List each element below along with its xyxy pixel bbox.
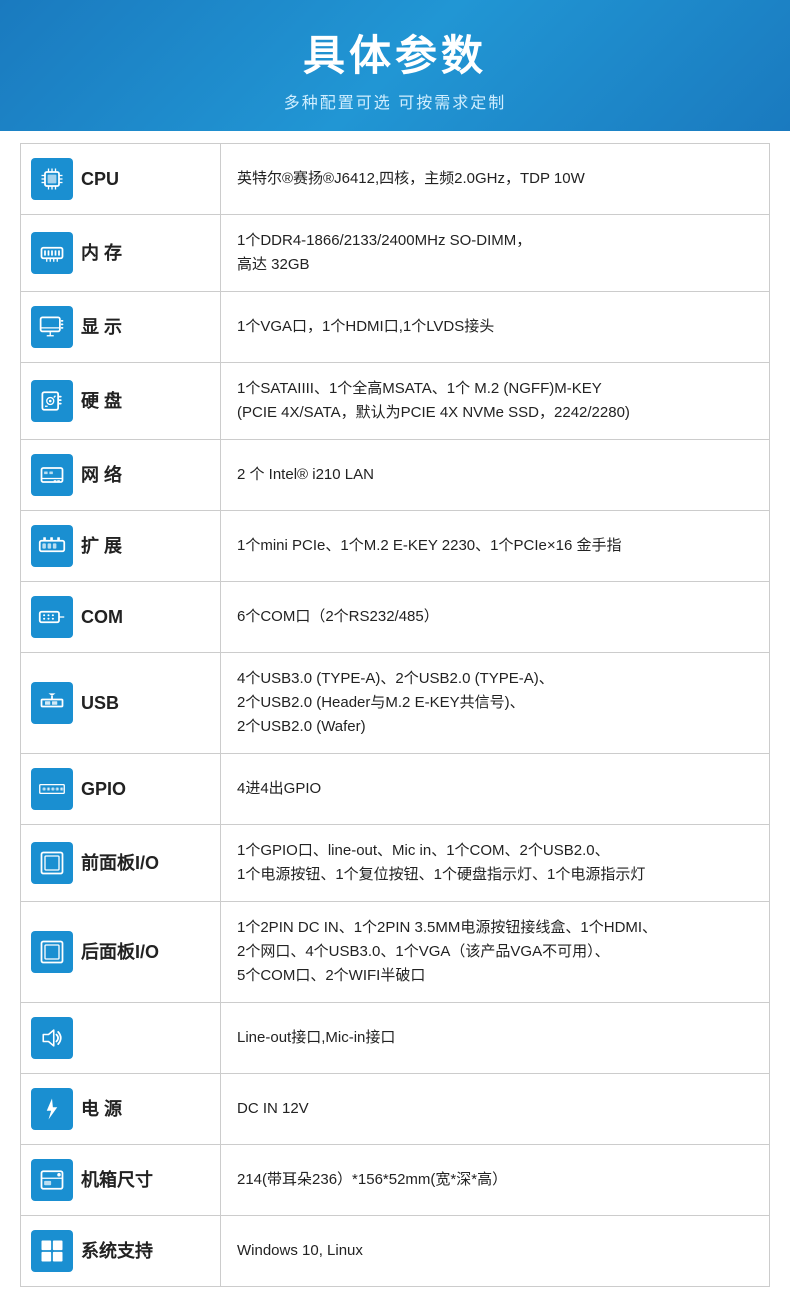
value-cell-audio: Line-out接口,Mic-in接口 — [221, 1003, 770, 1074]
gpio-icon — [31, 768, 73, 810]
icon-label-os: 系统支持 — [31, 1230, 210, 1272]
table-row: Line-out接口,Mic-in接口 — [21, 1003, 770, 1074]
label-text-com: COM — [81, 603, 123, 632]
table-row: CPU 英特尔®赛扬®J6412,四核，主频2.0GHz，TDP 10W — [21, 144, 770, 215]
table-row: 硬 盘 1个SATAIIII、1个全高MSATA、1个 M.2 (NGFF)M-K… — [21, 363, 770, 440]
table-row: 系统支持 Windows 10, Linux — [21, 1216, 770, 1287]
icon-label-gpio: GPIO — [31, 768, 210, 810]
label-text-gpio: GPIO — [81, 775, 126, 804]
label-text-front-io: 前面板I/O — [81, 849, 159, 878]
label-text-chassis: 机箱尺寸 — [81, 1166, 153, 1195]
value-cell-network: 2 个 Intel® i210 LAN — [221, 440, 770, 511]
panel-icon — [31, 842, 73, 884]
icon-label-com: COM — [31, 596, 210, 638]
table-row: 显 示 1个VGA口，1个HDMI口,1个LVDS接头 — [21, 292, 770, 363]
power-icon — [31, 1088, 73, 1130]
icon-label-front-io: 前面板I/O — [31, 842, 210, 884]
page-header: 具体参数 多种配置可选 可按需求定制 — [0, 0, 790, 131]
label-text-usb: USB — [81, 689, 119, 718]
icon-label-expand: 扩 展 — [31, 525, 210, 567]
windows-icon — [31, 1230, 73, 1272]
icon-label-cpu: CPU — [31, 158, 210, 200]
icon-label-memory: 内 存 — [31, 232, 210, 274]
display-icon — [31, 306, 73, 348]
label-text-rear-io: 后面板I/O — [81, 938, 159, 967]
audio-icon — [31, 1017, 73, 1059]
label-text-display: 显 示 — [81, 313, 122, 342]
icon-label-hdd: 硬 盘 — [31, 380, 210, 422]
label-text-expand: 扩 展 — [81, 532, 122, 561]
label-text-memory: 内 存 — [81, 239, 122, 268]
label-cell-audio — [21, 1003, 221, 1074]
table-row: 内 存 1个DDR4-1866/2133/2400MHz SO-DIMM，高达 3… — [21, 215, 770, 292]
panel-icon — [31, 931, 73, 973]
label-text-network: 网 络 — [81, 461, 122, 490]
cpu-icon — [31, 158, 73, 200]
icon-label-power: 电 源 — [31, 1088, 210, 1130]
value-cell-power: DC IN 12V — [221, 1074, 770, 1145]
label-cell-usb: USB — [21, 653, 221, 754]
value-cell-chassis: 214(带耳朵236）*156*52mm(宽*深*高） — [221, 1145, 770, 1216]
label-cell-gpio: GPIO — [21, 754, 221, 825]
page-subtitle: 多种配置可选 可按需求定制 — [20, 89, 770, 113]
value-cell-usb: 4个USB3.0 (TYPE-A)、2个USB2.0 (TYPE-A)、2个US… — [221, 653, 770, 754]
label-cell-front-io: 前面板I/O — [21, 825, 221, 902]
value-cell-expand: 1个mini PCIe、1个M.2 E-KEY 2230、1个PCIe×16 金… — [221, 511, 770, 582]
label-cell-network: 网 络 — [21, 440, 221, 511]
label-cell-memory: 内 存 — [21, 215, 221, 292]
table-row: 电 源 DC IN 12V — [21, 1074, 770, 1145]
label-text-cpu: CPU — [81, 165, 119, 194]
value-cell-rear-io: 1个2PIN DC IN、1个2PIN 3.5MM电源按钮接线盒、1个HDMI、… — [221, 902, 770, 1003]
table-row: 扩 展 1个mini PCIe、1个M.2 E-KEY 2230、1个PCIe×1… — [21, 511, 770, 582]
hdd-icon — [31, 380, 73, 422]
value-cell-memory: 1个DDR4-1866/2133/2400MHz SO-DIMM，高达 32GB — [221, 215, 770, 292]
label-cell-power: 电 源 — [21, 1074, 221, 1145]
chassis-icon — [31, 1159, 73, 1201]
icon-label-audio — [31, 1017, 210, 1059]
table-row: 前面板I/O 1个GPIO口、line-out、Mic in、1个COM、2个US… — [21, 825, 770, 902]
table-row: COM 6个COM口（2个RS232/485） — [21, 582, 770, 653]
value-cell-display: 1个VGA口，1个HDMI口,1个LVDS接头 — [221, 292, 770, 363]
table-row: GPIO 4进4出GPIO — [21, 754, 770, 825]
value-cell-front-io: 1个GPIO口、line-out、Mic in、1个COM、2个USB2.0、1… — [221, 825, 770, 902]
value-cell-hdd: 1个SATAIIII、1个全高MSATA、1个 M.2 (NGFF)M-KEY(… — [221, 363, 770, 440]
expand-icon — [31, 525, 73, 567]
table-row: USB 4个USB3.0 (TYPE-A)、2个USB2.0 (TYPE-A)、2… — [21, 653, 770, 754]
label-cell-hdd: 硬 盘 — [21, 363, 221, 440]
icon-label-chassis: 机箱尺寸 — [31, 1159, 210, 1201]
usb-icon — [31, 682, 73, 724]
label-cell-expand: 扩 展 — [21, 511, 221, 582]
label-cell-chassis: 机箱尺寸 — [21, 1145, 221, 1216]
label-cell-rear-io: 后面板I/O — [21, 902, 221, 1003]
table-row: 网 络 2 个 Intel® i210 LAN — [21, 440, 770, 511]
table-row: 机箱尺寸 214(带耳朵236）*156*52mm(宽*深*高） — [21, 1145, 770, 1216]
icon-label-network: 网 络 — [31, 454, 210, 496]
value-cell-gpio: 4进4出GPIO — [221, 754, 770, 825]
table-row: 后面板I/O 1个2PIN DC IN、1个2PIN 3.5MM电源按钮接线盒、1… — [21, 902, 770, 1003]
spec-content: CPU 英特尔®赛扬®J6412,四核，主频2.0GHz，TDP 10W 内 存 1… — [0, 131, 790, 1307]
memory-icon — [31, 232, 73, 274]
label-text-hdd: 硬 盘 — [81, 387, 122, 416]
value-cell-cpu: 英特尔®赛扬®J6412,四核，主频2.0GHz，TDP 10W — [221, 144, 770, 215]
value-cell-os: Windows 10, Linux — [221, 1216, 770, 1287]
network-icon — [31, 454, 73, 496]
spec-table: CPU 英特尔®赛扬®J6412,四核，主频2.0GHz，TDP 10W 内 存 1… — [20, 143, 770, 1287]
icon-label-usb: USB — [31, 682, 210, 724]
label-text-os: 系统支持 — [81, 1237, 153, 1266]
label-text-power: 电 源 — [81, 1095, 122, 1124]
page-title: 具体参数 — [20, 22, 770, 83]
label-cell-os: 系统支持 — [21, 1216, 221, 1287]
label-cell-com: COM — [21, 582, 221, 653]
icon-label-rear-io: 后面板I/O — [31, 931, 210, 973]
icon-label-display: 显 示 — [31, 306, 210, 348]
label-cell-cpu: CPU — [21, 144, 221, 215]
label-cell-display: 显 示 — [21, 292, 221, 363]
value-cell-com: 6个COM口（2个RS232/485） — [221, 582, 770, 653]
com-icon — [31, 596, 73, 638]
